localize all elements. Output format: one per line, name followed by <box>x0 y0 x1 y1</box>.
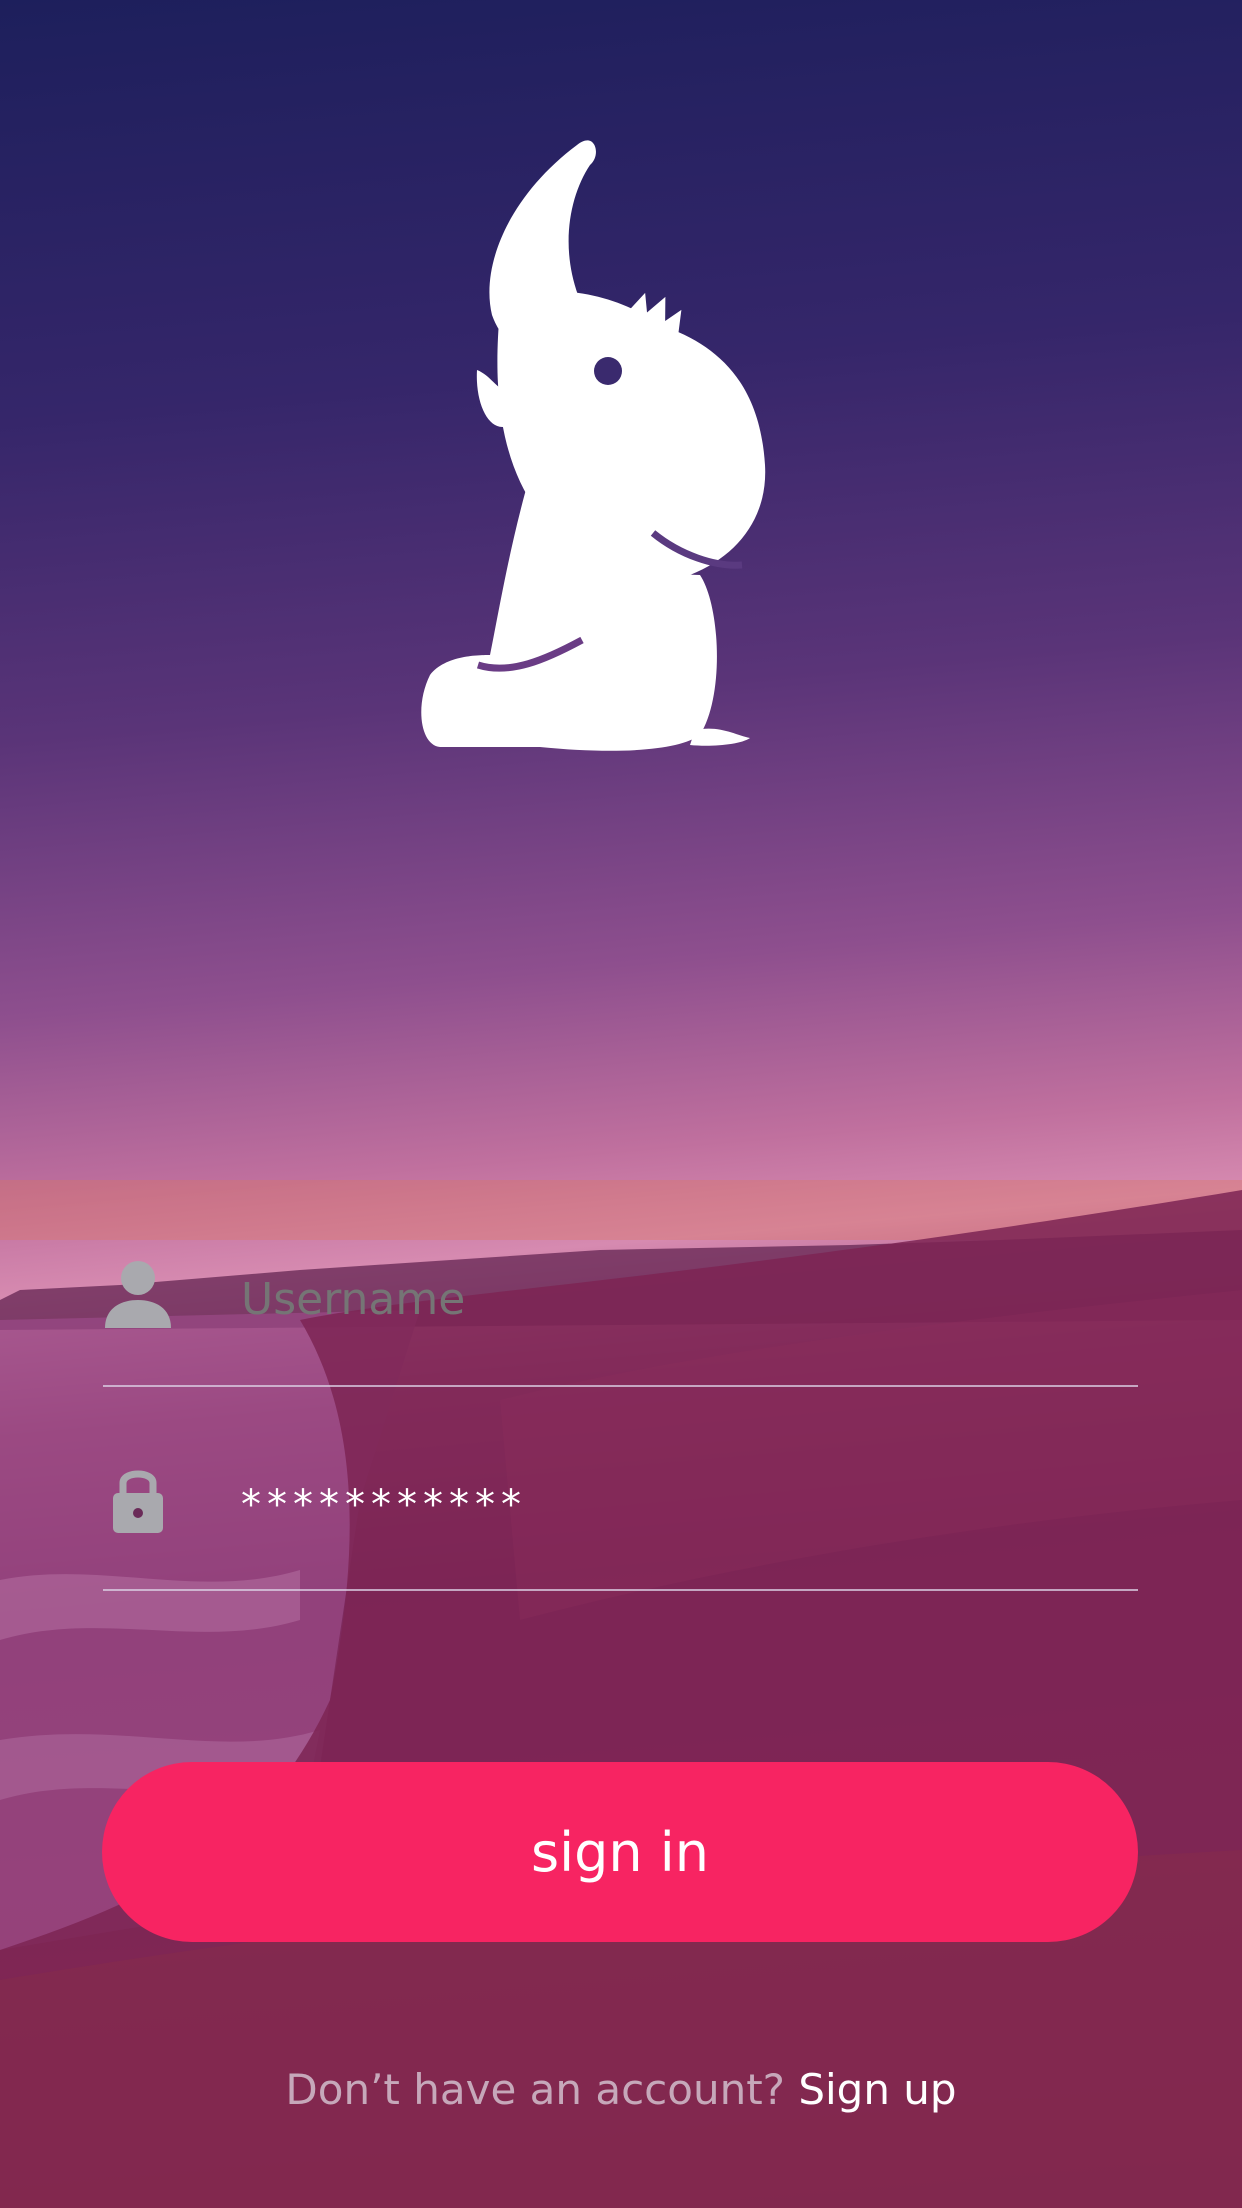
elephant-logo <box>421 140 766 751</box>
login-screen: *********** sign in Don’t have an accoun… <box>0 0 1242 2208</box>
username-input[interactable] <box>241 1250 1121 1350</box>
lock-icon <box>113 1470 163 1533</box>
password-input[interactable]: *********** <box>241 1455 1121 1555</box>
signup-prompt-line: Don’t have an account? Sign up <box>0 2060 1242 2120</box>
signup-prompt-text: Don’t have an account? <box>285 2065 785 2114</box>
user-icon <box>105 1261 171 1328</box>
password-field: *********** <box>103 1455 1138 1591</box>
sign-in-button[interactable]: sign in <box>102 1762 1138 1942</box>
sign-up-link[interactable]: Sign up <box>798 2065 956 2114</box>
username-field <box>103 1250 1138 1387</box>
